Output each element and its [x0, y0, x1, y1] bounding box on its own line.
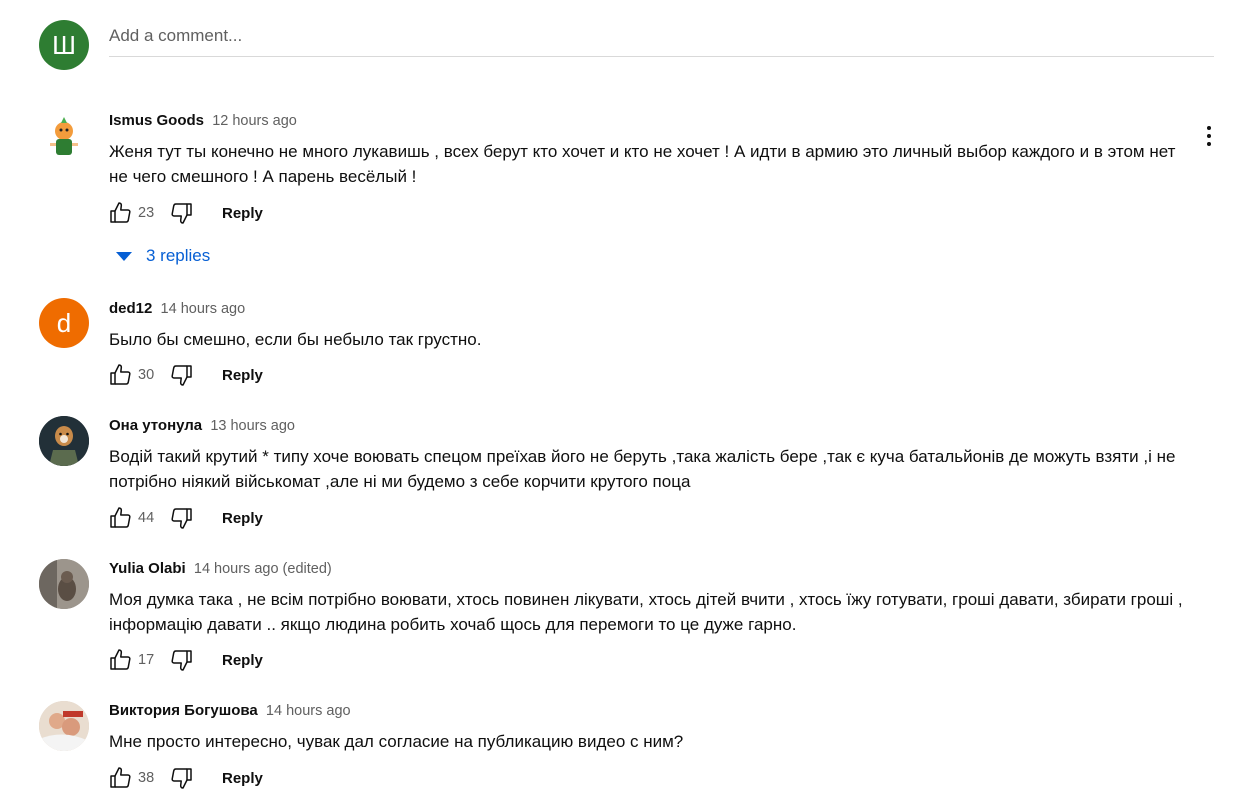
comment-body: ded12 14 hours ago Было бы смешно, если …	[109, 299, 1189, 352]
comment-text: Водій такий крутий * типу хоче воювать с…	[109, 447, 1176, 491]
reply-button[interactable]: Reply	[222, 367, 263, 384]
thumbs-down-icon	[171, 508, 192, 529]
comment-time[interactable]: 14 hours ago	[266, 703, 351, 719]
thumbs-down-icon	[171, 203, 192, 224]
comment-header: Yulia Olabi 14 hours ago (edited)	[109, 559, 1189, 579]
menu-dot	[1207, 134, 1211, 138]
cat-photo-avatar	[39, 559, 89, 609]
thumbs-up-icon	[110, 364, 131, 385]
comment-actions: 17 Reply	[106, 645, 263, 675]
like-button[interactable]	[106, 199, 134, 227]
menu-dot	[1207, 142, 1211, 146]
comment-author[interactable]: Виктория Богушова	[109, 702, 258, 719]
comment-body: Виктория Богушова 14 hours ago Мне прост…	[109, 701, 1189, 754]
comment-time[interactable]: 13 hours ago	[210, 418, 295, 434]
reply-button[interactable]: Reply	[222, 652, 263, 669]
commenter-avatar[interactable]: d	[39, 298, 89, 348]
comment-text: Мне просто интересно, чувак дал согласие…	[109, 732, 684, 751]
dislike-button[interactable]	[168, 646, 196, 674]
commenter-avatar[interactable]	[39, 111, 89, 161]
reply-button[interactable]: Reply	[222, 205, 263, 222]
onion-character-avatar	[50, 117, 78, 155]
comment-header: Ismus Goods 12 hours ago	[109, 111, 1189, 131]
comment-time[interactable]: 12 hours ago	[212, 113, 297, 129]
comment-body: Она утонула 13 hours ago Водій такий кру…	[109, 416, 1189, 494]
comment-actions: 44 Reply	[106, 503, 263, 533]
like-button[interactable]	[106, 646, 134, 674]
comment-author[interactable]: ded12	[109, 300, 152, 317]
add-comment-input[interactable]	[109, 22, 1214, 57]
comment-header: Она утонула 13 hours ago	[109, 416, 1189, 436]
like-button[interactable]	[106, 764, 134, 792]
comment-actions: 38 Reply	[106, 763, 263, 793]
like-count: 44	[138, 510, 155, 526]
current-user-avatar[interactable]: Ш	[39, 20, 89, 70]
avatar-letter: d	[56, 308, 72, 338]
comment-menu-button[interactable]	[1196, 121, 1222, 151]
comment-header: Виктория Богушова 14 hours ago	[109, 701, 1189, 721]
thumbs-up-icon	[110, 507, 131, 528]
thumbs-up-icon	[110, 767, 131, 788]
like-button[interactable]	[106, 504, 134, 532]
reply-button[interactable]: Reply	[222, 770, 263, 787]
avatar-letter: Ш	[52, 30, 76, 60]
like-count: 17	[138, 652, 155, 668]
replies-label: 3 replies	[146, 246, 211, 265]
family-photo-avatar	[39, 701, 89, 751]
menu-dot	[1207, 126, 1211, 130]
like-count: 38	[138, 770, 155, 786]
dislike-button[interactable]	[168, 504, 196, 532]
view-replies-button[interactable]: 3 replies	[112, 241, 210, 271]
thumbs-up-icon	[110, 202, 131, 223]
comment-author[interactable]: Она утонула	[109, 417, 202, 434]
dog-soldier-avatar	[39, 416, 89, 466]
like-button[interactable]	[106, 361, 134, 389]
thumbs-down-icon	[171, 650, 192, 671]
commenter-avatar[interactable]	[39, 559, 89, 609]
add-comment-row: Ш	[0, 0, 1250, 80]
comment-actions: 23 Reply	[106, 198, 263, 228]
dislike-button[interactable]	[168, 361, 196, 389]
thumbs-down-icon	[171, 365, 192, 386]
commenter-avatar[interactable]	[39, 701, 89, 751]
dislike-button[interactable]	[168, 764, 196, 792]
comment-body: Ismus Goods 12 hours ago Женя тут ты кон…	[109, 111, 1189, 189]
comment-header: ded12 14 hours ago	[109, 299, 1189, 319]
reply-button[interactable]: Reply	[222, 510, 263, 527]
expand-triangle-icon	[116, 251, 132, 261]
comment-body: Yulia Olabi 14 hours ago (edited) Моя ду…	[109, 559, 1189, 637]
thumbs-up-icon	[110, 649, 131, 670]
comment-author[interactable]: Ismus Goods	[109, 112, 204, 129]
like-count: 30	[138, 367, 155, 383]
comment-text: Было бы смешно, если бы небыло так груст…	[109, 330, 482, 349]
dislike-button[interactable]	[168, 199, 196, 227]
thumbs-down-icon	[171, 768, 192, 789]
comment-author[interactable]: Yulia Olabi	[109, 560, 186, 577]
like-count: 23	[138, 205, 155, 221]
comment-text: Моя думка така , не всім потрібно воюват…	[109, 590, 1183, 634]
comment-text: Женя тут ты конечно не много лукавишь , …	[109, 142, 1176, 186]
comment-time[interactable]: 14 hours ago	[161, 301, 246, 317]
commenter-avatar[interactable]	[39, 416, 89, 466]
comment-time[interactable]: 14 hours ago (edited)	[194, 561, 332, 577]
comment-actions: 30 Reply	[106, 360, 263, 390]
